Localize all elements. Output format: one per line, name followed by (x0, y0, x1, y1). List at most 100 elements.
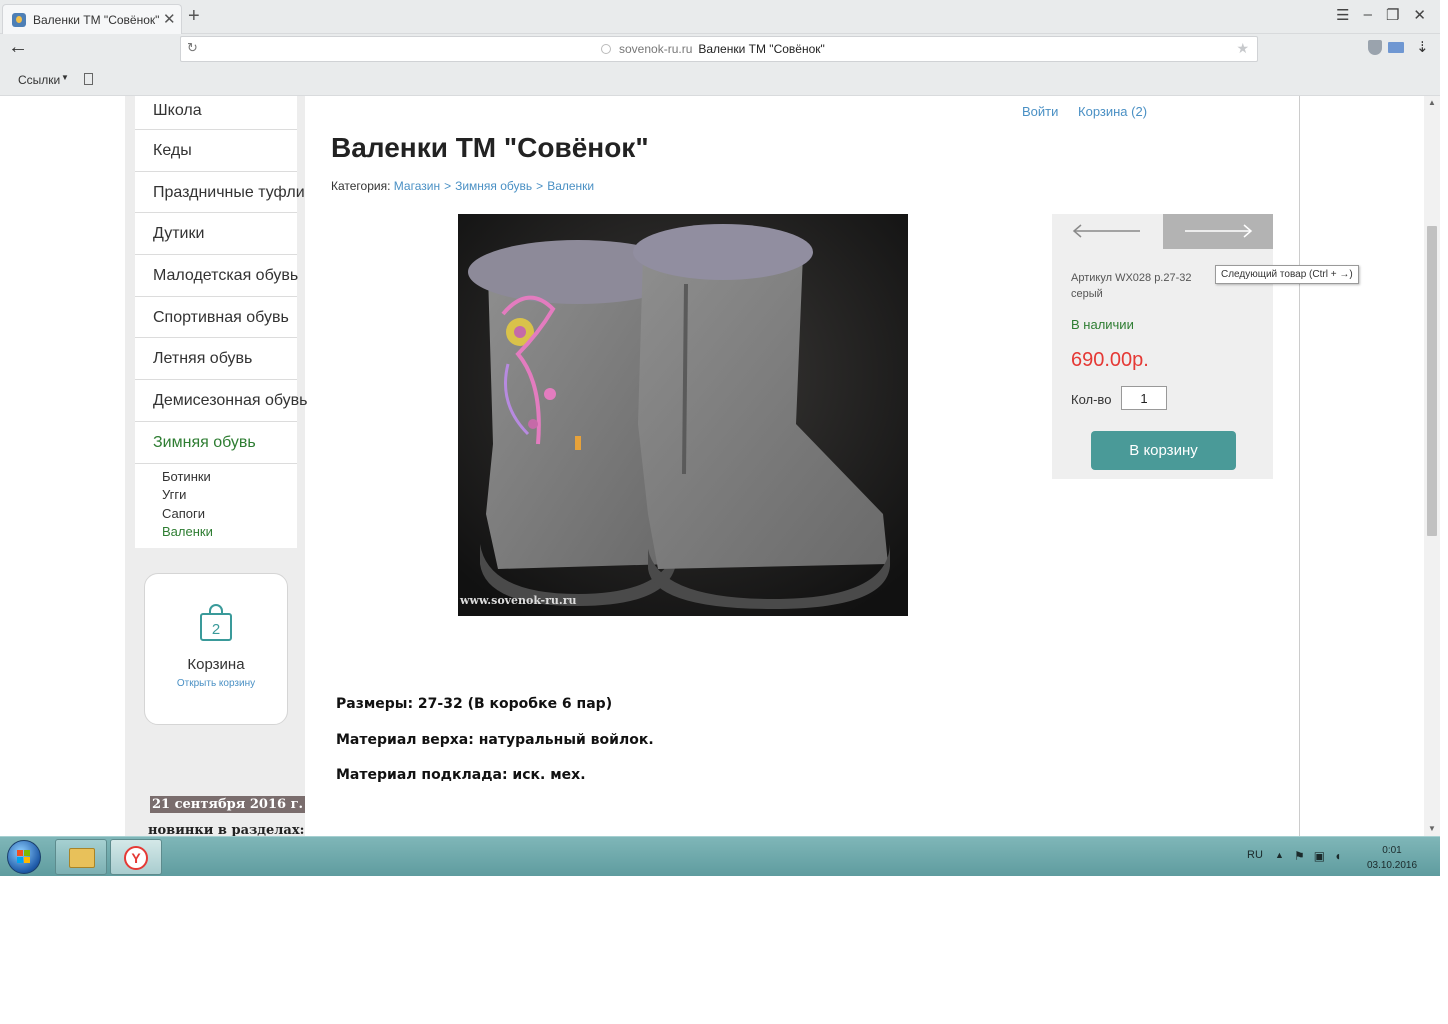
cart-widget-title: Корзина (187, 656, 245, 673)
address-bar[interactable]: ↻ sovenok-ru.ru Валенки ТМ "Совёнок" ★ (180, 36, 1258, 62)
description-upper-material: Материал верха: натуральный войлок. (336, 732, 654, 748)
buy-panel: Артикул WX028 р.27-32 серый В наличии 69… (1052, 214, 1273, 479)
menu-item-summer-shoes[interactable]: Летняя обувь (135, 338, 297, 381)
tab-close-icon[interactable]: ✕ (163, 10, 176, 28)
felt-boots-image (458, 214, 908, 616)
arrow-right-icon (1185, 224, 1253, 238)
page-scrollbar[interactable]: ▲ ▼ (1424, 96, 1440, 836)
product-price: 690.00р. (1071, 349, 1149, 371)
content-border (1299, 96, 1300, 836)
scroll-up-icon[interactable]: ▲ (1428, 98, 1436, 107)
description-lining-material: Материал подклада: иск. мех. (336, 767, 586, 783)
reload-icon[interactable]: ↻ (187, 40, 198, 56)
taskbar-clock[interactable]: 0:01 03.10.2016 (1364, 843, 1420, 873)
breadcrumb: Категория: Магазин > Зимняя обувь > Валенки (331, 179, 594, 193)
menu-item-demiseason-shoes[interactable]: Демисезонная обувь (135, 380, 308, 422)
description-sizes: Размеры: 27-32 (В коробке 6 пар) (336, 696, 613, 712)
chevron-down-icon[interactable]: ▼ (61, 73, 69, 82)
scroll-down-icon[interactable]: ▼ (1428, 824, 1436, 833)
clock-time: 0:01 (1382, 845, 1402, 856)
flag-icon[interactable]: ⚑ (1294, 849, 1305, 863)
login-link[interactable]: Войти (1022, 104, 1058, 119)
cart-link[interactable]: Корзина (2) (1078, 104, 1147, 119)
menu-item-toddler-shoes[interactable]: Малодетская обувь (135, 255, 298, 297)
next-product-tooltip: Следующий товар (Ctrl + →) (1215, 265, 1359, 284)
cart-count: 2 (212, 621, 220, 638)
next-product-button[interactable] (1163, 214, 1273, 249)
menu-item-sneakers[interactable]: Кеды (135, 130, 297, 172)
breadcrumb-separator: > (536, 179, 544, 193)
news-date: 21 сентября 2016 г. (150, 796, 306, 813)
browser-tab[interactable]: Валенки ТМ "Совёнок" ✕ (2, 4, 182, 34)
restore-icon[interactable]: ❐ (1386, 6, 1399, 24)
network-icon[interactable]: ▣ (1314, 849, 1325, 863)
globe-icon (601, 44, 611, 54)
shield-icon[interactable] (1368, 40, 1382, 55)
page-icon[interactable] (84, 73, 93, 85)
url-domain: sovenok-ru.ru (619, 42, 693, 56)
bookmarks-folder[interactable]: Ссылки (18, 73, 60, 87)
start-orb-icon[interactable] (7, 840, 41, 874)
page-viewport: Школа Кеды Праздничные туфли Дутики Мало… (0, 96, 1440, 836)
back-arrow-icon[interactable]: ← (8, 36, 28, 59)
taskbar-explorer-button[interactable] (55, 839, 107, 875)
submenu-item-boots[interactable]: Ботинки (162, 468, 297, 487)
mail-icon[interactable] (1388, 42, 1404, 53)
product-sku: Артикул WX028 р.27-32 серый (1071, 272, 1192, 300)
volume-icon[interactable]: ◖ (1334, 849, 1341, 863)
add-to-cart-button[interactable]: В корзину (1091, 431, 1236, 470)
bookmarks-bar: Ссылки ▼ (0, 64, 1440, 96)
breadcrumb-item-winter[interactable]: Зимняя обувь (455, 179, 532, 193)
url-page-title: Валенки ТМ "Совёнок" (698, 42, 825, 56)
photo-watermark: www.sovenok-ru.ru (460, 594, 577, 607)
site-favicon-icon (12, 13, 26, 27)
submenu-item-uggs[interactable]: Угги (162, 486, 297, 505)
category-menu: Школа Кеды Праздничные туфли Дутики Мало… (135, 96, 308, 548)
arrow-left-icon (1072, 224, 1140, 238)
submenu-item-valenki[interactable]: Валенки (162, 523, 297, 542)
yandex-browser-icon: Y (124, 846, 148, 870)
download-icon[interactable]: ⇣ (1416, 38, 1429, 56)
new-tab-button[interactable]: + (188, 5, 200, 27)
news-title: новинки в разделах: (148, 823, 305, 836)
browser-tabbar: Валенки ТМ "Совёнок" ✕ + ☰ – ❐ ✕ (0, 0, 1440, 34)
close-window-icon[interactable]: ✕ (1413, 6, 1426, 24)
system-tray: ⚑ ▣ ◖ (1294, 849, 1341, 863)
winter-submenu: Ботинки Угги Сапоги Валенки (135, 464, 297, 548)
taskbar: Y RU ▲ ⚑ ▣ ◖ 0:01 03.10.2016 (0, 836, 1440, 876)
clock-date: 03.10.2016 (1366, 860, 1418, 871)
prev-product-button[interactable] (1052, 214, 1162, 249)
browser-navbar: ← ↻ sovenok-ru.ru Валенки ТМ "Совёнок" ★ (0, 34, 1440, 64)
breadcrumb-item-valenki[interactable]: Валенки (547, 179, 594, 193)
url-text[interactable]: sovenok-ru.ru Валенки ТМ "Совёнок" (601, 42, 825, 56)
language-indicator[interactable]: RU (1247, 849, 1263, 861)
breadcrumb-separator: > (444, 179, 452, 193)
menu-item-winter-shoes[interactable]: Зимняя обувь (135, 422, 297, 464)
menu-item-school[interactable]: Школа (135, 96, 297, 130)
page-title: Валенки ТМ "Совёнок" (331, 132, 649, 163)
header-links: Войти Корзина (2) (1022, 104, 1147, 119)
menu-item-sport-shoes[interactable]: Спортивная обувь (135, 297, 297, 339)
stock-status: В наличии (1071, 317, 1134, 332)
star-icon[interactable]: ★ (1236, 40, 1249, 57)
open-cart-link[interactable]: Открыть корзину (145, 678, 287, 689)
quantity-input[interactable] (1121, 386, 1167, 410)
windows-logo-icon (17, 850, 31, 864)
folder-icon (69, 848, 95, 868)
menu-item-moon-boots[interactable]: Дутики (135, 213, 297, 256)
scrollbar-thumb[interactable] (1427, 226, 1437, 536)
submenu-item-high-boots[interactable]: Сапоги (162, 505, 297, 524)
quantity-label: Кол-во (1071, 392, 1112, 407)
window-controls: ☰ – ❐ ✕ (1336, 6, 1426, 24)
breadcrumb-label: Категория: (331, 179, 391, 193)
cart-widget[interactable]: 2 Корзина Открыть корзину (144, 573, 288, 725)
bag-icon: 2 (200, 604, 232, 641)
taskbar-browser-button[interactable]: Y (110, 839, 162, 875)
tray-expand-icon[interactable]: ▲ (1275, 850, 1284, 860)
tab-title: Валенки ТМ "Совёнок" (33, 13, 160, 27)
browser-menu-icon[interactable]: ☰ (1336, 6, 1349, 24)
menu-item-festive-shoes[interactable]: Праздничные туфли (135, 172, 305, 214)
product-photo[interactable]: www.sovenok-ru.ru (458, 214, 908, 616)
minimize-icon[interactable]: – (1364, 6, 1372, 24)
breadcrumb-item-shop[interactable]: Магазин (394, 179, 440, 193)
